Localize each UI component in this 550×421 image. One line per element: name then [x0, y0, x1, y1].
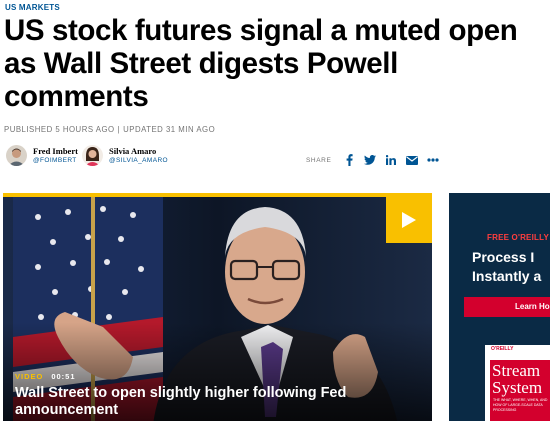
- timestamp-separator: |: [117, 125, 121, 134]
- advertisement[interactable]: FREE O'REILLY Process I Instantly a Lear…: [449, 193, 550, 421]
- oreilly-logo: O'REILLY: [491, 346, 514, 352]
- play-icon[interactable]: [402, 212, 416, 228]
- article-headline: US stock futures signal a muted open as …: [4, 14, 518, 113]
- facebook-icon[interactable]: [343, 154, 355, 166]
- author-handle[interactable]: @FOIMBERT: [33, 156, 78, 166]
- ad-headline-line: Process I: [472, 249, 535, 265]
- article-timestamps: PUBLISHED 5 HOURS AGO | UPDATED 31 MIN AGO: [4, 125, 215, 134]
- updated-time: UPDATED 31 MIN AGO: [123, 125, 216, 134]
- book-subtitle: THE WHAT, WHERE, WHEN, AND HOW OF LARGE-…: [493, 398, 548, 412]
- more-icon[interactable]: [427, 154, 440, 166]
- book-cover: Stream System THE WHAT, WHERE, WHEN, AND…: [490, 360, 550, 421]
- share-bar: SHARE: [306, 154, 448, 166]
- published-time: PUBLISHED 5 HOURS AGO: [4, 125, 115, 134]
- video-title[interactable]: Wall Street to open slightly higher foll…: [15, 385, 395, 419]
- play-button[interactable]: [386, 197, 432, 243]
- book-title: Stream System: [492, 362, 542, 396]
- ad-learn-button[interactable]: Learn Ho: [464, 297, 550, 317]
- ad-kicker: FREE O'REILLY: [487, 233, 549, 242]
- author-avatar[interactable]: [6, 145, 27, 166]
- video-meta: VIDEO 00:51: [15, 372, 76, 381]
- author-fred-imbert[interactable]: Fred Imbert @FOIMBERT: [6, 145, 78, 166]
- section-link[interactable]: US MARKETS: [5, 3, 60, 12]
- author-silvia-amaro[interactable]: Silvia Amaro @SILVIA_AMARO: [82, 145, 168, 166]
- ad-headline-line: Instantly a: [472, 268, 542, 284]
- video-duration: 00:51: [51, 372, 76, 381]
- author-avatar[interactable]: [82, 145, 103, 166]
- author-name[interactable]: Fred Imbert: [33, 146, 78, 156]
- linkedin-icon[interactable]: [385, 154, 397, 166]
- book-title-line: System: [492, 378, 543, 397]
- share-label: SHARE: [306, 156, 332, 164]
- ad-headline: Process I Instantly a: [472, 248, 541, 286]
- video-tag: VIDEO: [15, 372, 44, 381]
- book-title-line: Stream: [492, 361, 541, 380]
- ad-book-image: O'REILLY Stream System THE WHAT, WHERE, …: [485, 345, 550, 421]
- email-icon[interactable]: [406, 154, 419, 166]
- author-handle[interactable]: @SILVIA_AMARO: [109, 156, 168, 166]
- video-player[interactable]: VIDEO 00:51 Wall Street to open slightly …: [3, 193, 432, 421]
- author-name[interactable]: Silvia Amaro: [109, 146, 168, 156]
- twitter-icon[interactable]: [364, 154, 377, 166]
